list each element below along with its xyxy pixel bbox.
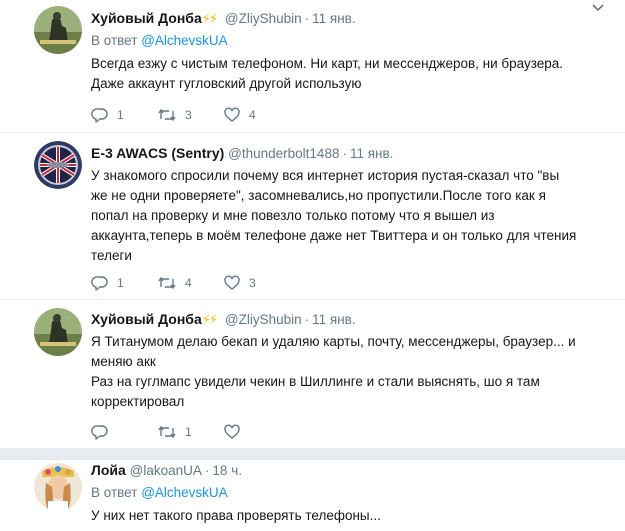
tweet-text-line: У них нет такого права проверять телефон… xyxy=(91,508,381,523)
display-name[interactable]: Хуйовый Донба xyxy=(91,311,202,327)
tweet-text-line: меняю акк xyxy=(91,354,156,369)
reply-icon xyxy=(91,108,108,123)
reply-count: 1 xyxy=(117,108,124,122)
reply-context: В ответ @AlchevskUA xyxy=(91,483,611,503)
username[interactable]: @ZliyShubin xyxy=(225,11,302,26)
reply-icon xyxy=(91,425,108,440)
tweet-text-line: Раз на гуглмапс увидели чекин в Шиллинге… xyxy=(91,374,540,389)
reply-to-label: В ответ xyxy=(91,33,138,48)
avatar[interactable] xyxy=(34,463,82,511)
retweet-count: 3 xyxy=(185,108,192,122)
retweet-button[interactable]: 1 xyxy=(157,423,223,441)
tweet-text-line: аккаунта,теперь в моём телефоне даже нет… xyxy=(91,228,577,243)
tweet-actions: 1 4 3 xyxy=(91,273,289,293)
retweet-button[interactable]: 4 xyxy=(157,274,223,292)
tweet[interactable]: Лойа @lakoanUA · 18 ч. В ответ @AlchevskUA… xyxy=(0,460,625,531)
tweet-text-line: корректировал xyxy=(91,394,185,409)
tweet-text-line: Я Титанумом делаю бекап и удаляю карты, … xyxy=(91,334,576,349)
timestamp[interactable]: 11 янв. xyxy=(312,11,355,26)
display-name[interactable]: E-3 AWACS (Sentry) xyxy=(91,145,224,161)
separator-dot: · xyxy=(304,11,310,26)
tweet-text-line: же не одни проверяете", засомневались,но… xyxy=(91,188,546,203)
reply-button[interactable]: 1 xyxy=(91,106,157,124)
retweet-icon xyxy=(158,425,176,439)
heart-icon xyxy=(224,424,240,439)
reply-button[interactable] xyxy=(91,423,157,441)
like-button[interactable]: 3 xyxy=(223,274,289,292)
username[interactable]: @ZliyShubin xyxy=(225,312,302,327)
tweet-text: У знакомого спросили почему вся интернет… xyxy=(91,166,611,266)
heart-icon xyxy=(224,275,240,290)
retweet-icon xyxy=(158,276,176,290)
timestamp[interactable]: 11 янв. xyxy=(312,312,355,327)
avatar[interactable] xyxy=(34,6,82,54)
tweet[interactable]: Хуйовый Донба⚡⚡ @ZliyShubin · 11 янв. Я Ти… xyxy=(0,300,625,460)
tweet[interactable]: E-3 AWACS (Sentry) @thunderbolt1488 · 11 я… xyxy=(0,133,625,300)
thread-divider xyxy=(0,448,625,460)
reply-context: В ответ @AlchevskUA xyxy=(91,31,611,51)
avatar[interactable] xyxy=(34,308,82,356)
retweet-icon xyxy=(158,108,176,122)
tweet-actions: 1 xyxy=(91,422,289,442)
heart-icon xyxy=(224,107,240,122)
reply-count: 1 xyxy=(117,276,124,290)
tweet-text-line: Всегда езжу с чистым телефоном. Ни карт,… xyxy=(91,56,564,71)
reply-mention-link[interactable]: @AlchevskUA xyxy=(141,485,227,500)
display-name[interactable]: Хуйовый Донба xyxy=(91,10,202,26)
timestamp[interactable]: 11 янв. xyxy=(350,146,393,161)
tweet-text-line: У знакомого спросили почему вся интернет… xyxy=(91,168,560,183)
like-count: 4 xyxy=(249,108,256,122)
tweet-feed: Хуйовый Донба⚡⚡ @ZliyShubin · 11 янв. В от… xyxy=(0,0,625,531)
lightning-emoji: ⚡⚡ xyxy=(201,11,218,26)
username[interactable]: @thunderbolt1488 xyxy=(228,146,339,161)
lightning-emoji: ⚡⚡ xyxy=(201,312,218,327)
separator-dot: · xyxy=(304,312,310,327)
reply-mention-link[interactable]: @AlchevskUA xyxy=(141,33,227,48)
retweet-count: 1 xyxy=(185,425,192,439)
tweet-text: Всегда езжу с чистым телефоном. Ни карт,… xyxy=(91,54,611,94)
tweet[interactable]: Хуйовый Донба⚡⚡ @ZliyShubin · 11 янв. В от… xyxy=(0,0,625,133)
tweet-text-line: Даже аккаунт гугловский другой использую xyxy=(91,76,362,91)
display-name[interactable]: Лойа xyxy=(91,462,126,478)
tweet-text-line: попал на проверку и мне повезло только п… xyxy=(91,208,495,223)
like-count: 3 xyxy=(249,276,256,290)
reply-button[interactable]: 1 xyxy=(91,274,157,292)
tweet-actions: 1 3 4 xyxy=(91,105,289,125)
username[interactable]: @lakoanUA xyxy=(130,463,202,478)
reply-to-label: В ответ xyxy=(91,485,138,500)
separator-dot: · xyxy=(204,463,210,478)
reply-icon xyxy=(91,276,108,291)
tweet-text: У них нет такого права проверять телефон… xyxy=(91,506,611,526)
retweet-count: 4 xyxy=(185,276,192,290)
retweet-button[interactable]: 3 xyxy=(157,106,223,124)
tweet-text: Я Титанумом делаю бекап и удаляю карты, … xyxy=(91,332,611,412)
like-button[interactable]: 4 xyxy=(223,106,289,124)
tweet-text-line: телеги xyxy=(91,248,132,263)
chevron-down-icon[interactable] xyxy=(591,2,605,14)
like-button[interactable] xyxy=(223,423,289,441)
separator-dot: · xyxy=(342,146,347,161)
avatar[interactable] xyxy=(34,141,82,189)
timestamp[interactable]: 18 ч. xyxy=(212,463,242,478)
